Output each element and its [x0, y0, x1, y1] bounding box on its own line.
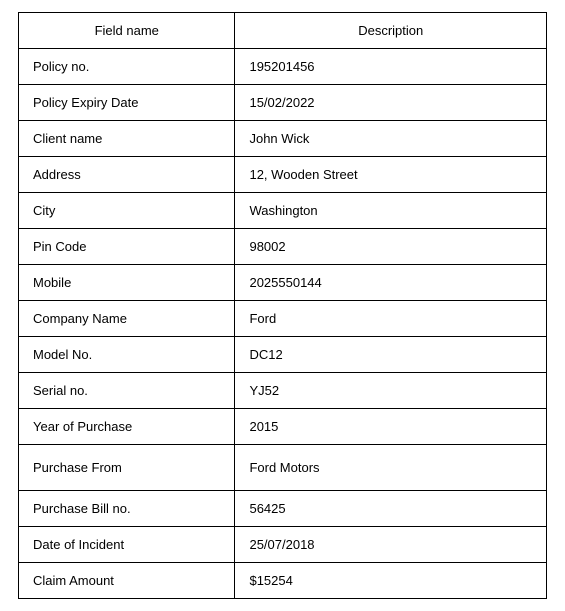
field-value: 56425: [235, 491, 547, 527]
field-value: 195201456: [235, 49, 547, 85]
table-row: Serial no. YJ52: [19, 373, 547, 409]
table-row: Claim Amount $15254: [19, 563, 547, 599]
table-row: Purchase From Ford Motors: [19, 445, 547, 491]
field-value: DC12: [235, 337, 547, 373]
table-row: Purchase Bill no. 56425: [19, 491, 547, 527]
field-value: Ford: [235, 301, 547, 337]
field-value: 15/02/2022: [235, 85, 547, 121]
field-label: Claim Amount: [19, 563, 235, 599]
field-label: Purchase From: [19, 445, 235, 491]
table-row: Policy Expiry Date 15/02/2022: [19, 85, 547, 121]
table-row: Model No. DC12: [19, 337, 547, 373]
field-label: Purchase Bill no.: [19, 491, 235, 527]
field-label: Year of Purchase: [19, 409, 235, 445]
field-value: YJ52: [235, 373, 547, 409]
field-value: 25/07/2018: [235, 527, 547, 563]
field-value: Ford Motors: [235, 445, 547, 491]
field-label: Date of Incident: [19, 527, 235, 563]
field-label: Company Name: [19, 301, 235, 337]
claim-details-table: Field name Description Policy no. 195201…: [18, 12, 547, 599]
field-value: 12, Wooden Street: [235, 157, 547, 193]
field-value: Washington: [235, 193, 547, 229]
table-row: Date of Incident 25/07/2018: [19, 527, 547, 563]
table-row: Pin Code 98002: [19, 229, 547, 265]
field-value: John Wick: [235, 121, 547, 157]
field-value: 2025550144: [235, 265, 547, 301]
field-label: Client name: [19, 121, 235, 157]
field-value: 98002: [235, 229, 547, 265]
table-header-row: Field name Description: [19, 13, 547, 49]
table-row: Year of Purchase 2015: [19, 409, 547, 445]
table-row: Company Name Ford: [19, 301, 547, 337]
table-row: Policy no. 195201456: [19, 49, 547, 85]
field-label: Serial no.: [19, 373, 235, 409]
table-row: Mobile 2025550144: [19, 265, 547, 301]
table-row: Address 12, Wooden Street: [19, 157, 547, 193]
field-label: Policy no.: [19, 49, 235, 85]
field-label: City: [19, 193, 235, 229]
field-value: 2015: [235, 409, 547, 445]
header-description: Description: [235, 13, 547, 49]
field-value: $15254: [235, 563, 547, 599]
table-row: Client name John Wick: [19, 121, 547, 157]
table-row: City Washington: [19, 193, 547, 229]
field-label: Mobile: [19, 265, 235, 301]
field-label: Model No.: [19, 337, 235, 373]
field-label: Address: [19, 157, 235, 193]
field-label: Policy Expiry Date: [19, 85, 235, 121]
field-label: Pin Code: [19, 229, 235, 265]
header-field-name: Field name: [19, 13, 235, 49]
